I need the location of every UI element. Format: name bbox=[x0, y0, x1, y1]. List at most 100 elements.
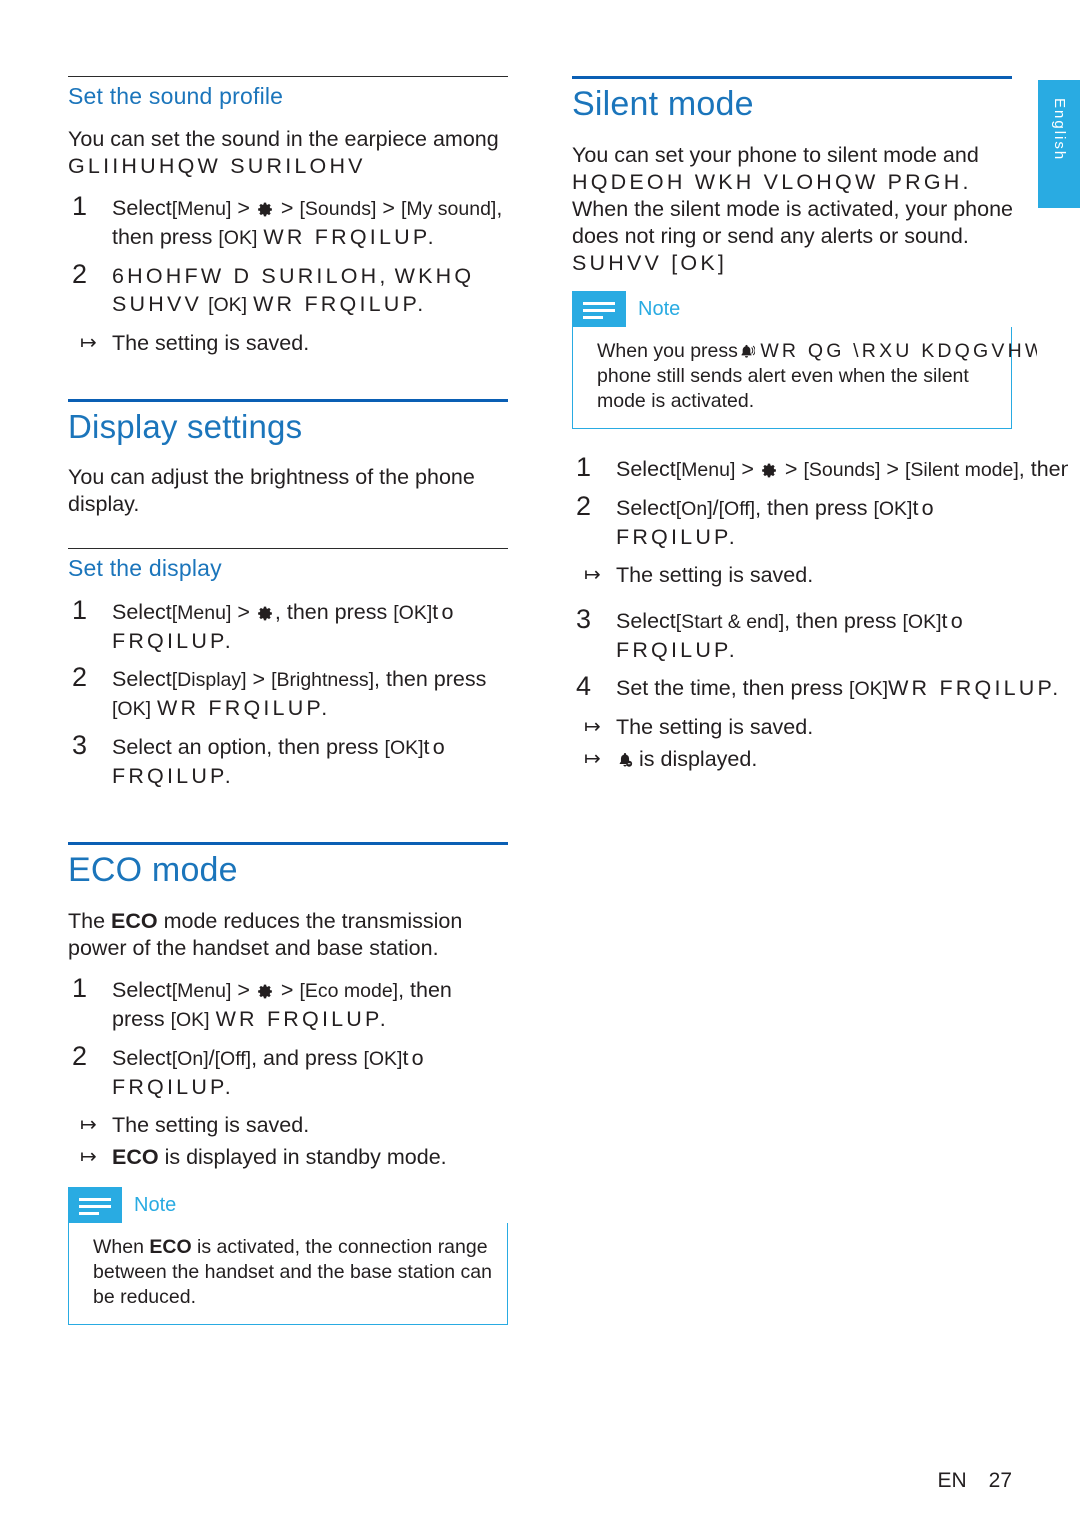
then-press: , then press bbox=[274, 600, 388, 624]
eco-label: ECO bbox=[149, 1236, 192, 1258]
note-body: When ECO is activated, the connection ra… bbox=[68, 1223, 508, 1325]
note-icon bbox=[572, 291, 626, 327]
sound-profile-intro-line2: GLIIHUHQW SURILOHV bbox=[68, 154, 366, 178]
step-number: 4 bbox=[576, 674, 592, 701]
result-text: The setting is saved. bbox=[112, 331, 310, 355]
note-body: When you press WR QG \RXU KDQGVHW, WKH p… bbox=[572, 327, 1037, 429]
step-text: Select bbox=[112, 667, 172, 691]
note-silent: Note When you press WR QG \RXU KDQGVHW, … bbox=[572, 291, 1037, 429]
bell-icon bbox=[738, 342, 756, 359]
arrow-icon: ↦ bbox=[584, 748, 601, 770]
note-line1-b: WR QG \RXU KDQGVHW, WKH bbox=[760, 340, 1037, 362]
gear-icon bbox=[257, 197, 274, 217]
set-display-step-2: 2 Select[Display] > [Brightness], then p… bbox=[68, 662, 508, 723]
brightness-token: [Brightness] bbox=[271, 669, 375, 691]
step-number: 3 bbox=[576, 604, 592, 634]
step-text: Select bbox=[112, 1046, 172, 1070]
footer-language: EN bbox=[937, 1469, 967, 1492]
sound-profile-result: ↦ The setting is saved. bbox=[68, 329, 508, 357]
step-number: 1 bbox=[576, 455, 592, 482]
eco-mode-token: [Eco mode] bbox=[299, 980, 399, 1002]
gt-2: > bbox=[280, 978, 294, 1002]
gt-1: > bbox=[237, 978, 250, 1002]
menu-token: [Menu] bbox=[171, 198, 232, 220]
eco-label: ECO bbox=[111, 909, 158, 933]
heading-set-display: Set the display bbox=[68, 555, 222, 581]
gt-1: > bbox=[237, 196, 250, 220]
silent-bell-icon bbox=[616, 748, 633, 767]
set-display-step-3: 3 Select an option, then press [OK]to FR… bbox=[68, 730, 508, 790]
menu-token: [Menu] bbox=[675, 459, 736, 481]
confirm-garble: WR FRQILUP. bbox=[888, 676, 1062, 700]
step-number: 2 bbox=[72, 662, 88, 692]
eco-mode-step-2: 2 Select[On]/[Off], and press [OK]to FRQ… bbox=[68, 1041, 508, 1101]
ok-token: [OK] bbox=[363, 1048, 403, 1070]
silent-intro-line4: does not ring or send any alerts or soun… bbox=[572, 224, 969, 248]
silent-step-4: 4 Set the time, then press [OK]WR FRQILU… bbox=[572, 674, 1068, 703]
ok-token: [OK] bbox=[873, 498, 913, 520]
off-token: [Off] bbox=[214, 1048, 252, 1070]
then-press: , then press bbox=[784, 609, 897, 633]
confirm-garble: WR FRQILUP. bbox=[215, 1007, 389, 1031]
gt-2: > bbox=[784, 457, 798, 481]
step-number: 2 bbox=[72, 1041, 88, 1071]
arrow-icon: ↦ bbox=[584, 564, 601, 586]
note-line-3: mode is activated. bbox=[597, 390, 755, 412]
and-press: , and press bbox=[251, 1046, 358, 1070]
divider-sound-profile bbox=[68, 76, 508, 77]
step-number: 2 bbox=[72, 259, 88, 289]
heading-display-settings: Display settings bbox=[68, 408, 303, 445]
ok-token: [OK] bbox=[208, 294, 248, 316]
off-token: [Off] bbox=[718, 498, 756, 520]
note-eco: Note When ECO is activated, the connecti… bbox=[68, 1187, 508, 1325]
menu-token: [Menu] bbox=[171, 602, 232, 624]
silent-step-3: 3 Select[Start & end], then press [OK]to… bbox=[572, 604, 1012, 664]
silent-step-1: 1 Select[Menu] > > [Sounds] > [Silent mo… bbox=[572, 455, 1068, 484]
step-text: Select bbox=[616, 609, 676, 633]
heading-set-sound-profile: Set the sound profile bbox=[68, 83, 284, 109]
then-press: , then press bbox=[374, 667, 487, 691]
arrow-icon: ↦ bbox=[80, 1146, 97, 1168]
eco-mode-step-1: 1 Select[Menu] > > [Eco mode], then pres… bbox=[68, 973, 508, 1034]
side-tab-label: English bbox=[1051, 98, 1068, 162]
step-text: Select an option, then press bbox=[112, 735, 379, 759]
result-text: is displayed. bbox=[638, 747, 758, 771]
note-line-2: phone still sends alert even when the si… bbox=[597, 365, 969, 387]
heading-silent-mode: Silent mode bbox=[572, 85, 754, 123]
ok-token: [OK] bbox=[112, 698, 152, 720]
gt-2: > bbox=[280, 196, 294, 220]
my-sound-token: [My sound] bbox=[400, 198, 497, 220]
confirm-garble: WR FRQILUP. bbox=[157, 696, 331, 720]
step-garble-1: 6HOHFW D SURILOH, bbox=[112, 264, 389, 288]
arrow-icon: ↦ bbox=[80, 1114, 97, 1136]
silent-intro-line2: HQDEOH WKH VLOHQW PRGH. bbox=[572, 170, 972, 194]
footer-page-number: 27 bbox=[988, 1469, 1012, 1492]
start-end-token: [Start & end] bbox=[675, 611, 785, 633]
arrow-icon: ↦ bbox=[584, 716, 601, 738]
arrow-icon: ↦ bbox=[80, 332, 97, 354]
silent-step-2: 2 Select[On]/[Off], then press [OK]to FR… bbox=[572, 491, 1012, 551]
confirm-garble: WR FRQILUP. bbox=[263, 225, 437, 249]
divider-set-display bbox=[68, 548, 508, 549]
silent-intro-line5: SUHVV [OK] bbox=[572, 251, 728, 275]
ok-token: [OK] bbox=[902, 611, 942, 633]
on-token: [On] bbox=[171, 1048, 209, 1070]
step-number: 1 bbox=[72, 191, 88, 221]
sound-profile-step-2: 2 6HOHFW D SURILOH, WKHQ SUHVV [OK] WR F… bbox=[68, 259, 508, 319]
gt-1: > bbox=[741, 457, 754, 481]
ok-token: [OK] bbox=[849, 678, 889, 700]
note-line1-a: When you press bbox=[597, 340, 738, 362]
note-header: Note bbox=[572, 291, 1012, 327]
sound-profile-step-1: 1 Select[Menu] > > [Sounds] > [My sound]… bbox=[68, 191, 508, 252]
silent-intro-line1: You can set your phone to silent mode an… bbox=[572, 143, 979, 167]
page-footer: EN 27 bbox=[937, 1469, 1012, 1493]
set-display-step-1: 1 Select[Menu] > , then press [OK]to FRQ… bbox=[68, 595, 508, 655]
eco-result-1: ↦ The setting is saved. bbox=[68, 1111, 508, 1139]
ok-token: [OK] bbox=[384, 737, 424, 759]
step-text: Set the time, then press bbox=[616, 676, 844, 700]
manual-page: English Set the sound profile You can se… bbox=[0, 0, 1080, 1527]
silent-result-4a: ↦ The setting is saved. bbox=[572, 713, 1012, 741]
step-text: Select bbox=[616, 457, 676, 481]
ok-token: [OK] bbox=[170, 1009, 210, 1031]
step-text: Select bbox=[112, 600, 172, 624]
